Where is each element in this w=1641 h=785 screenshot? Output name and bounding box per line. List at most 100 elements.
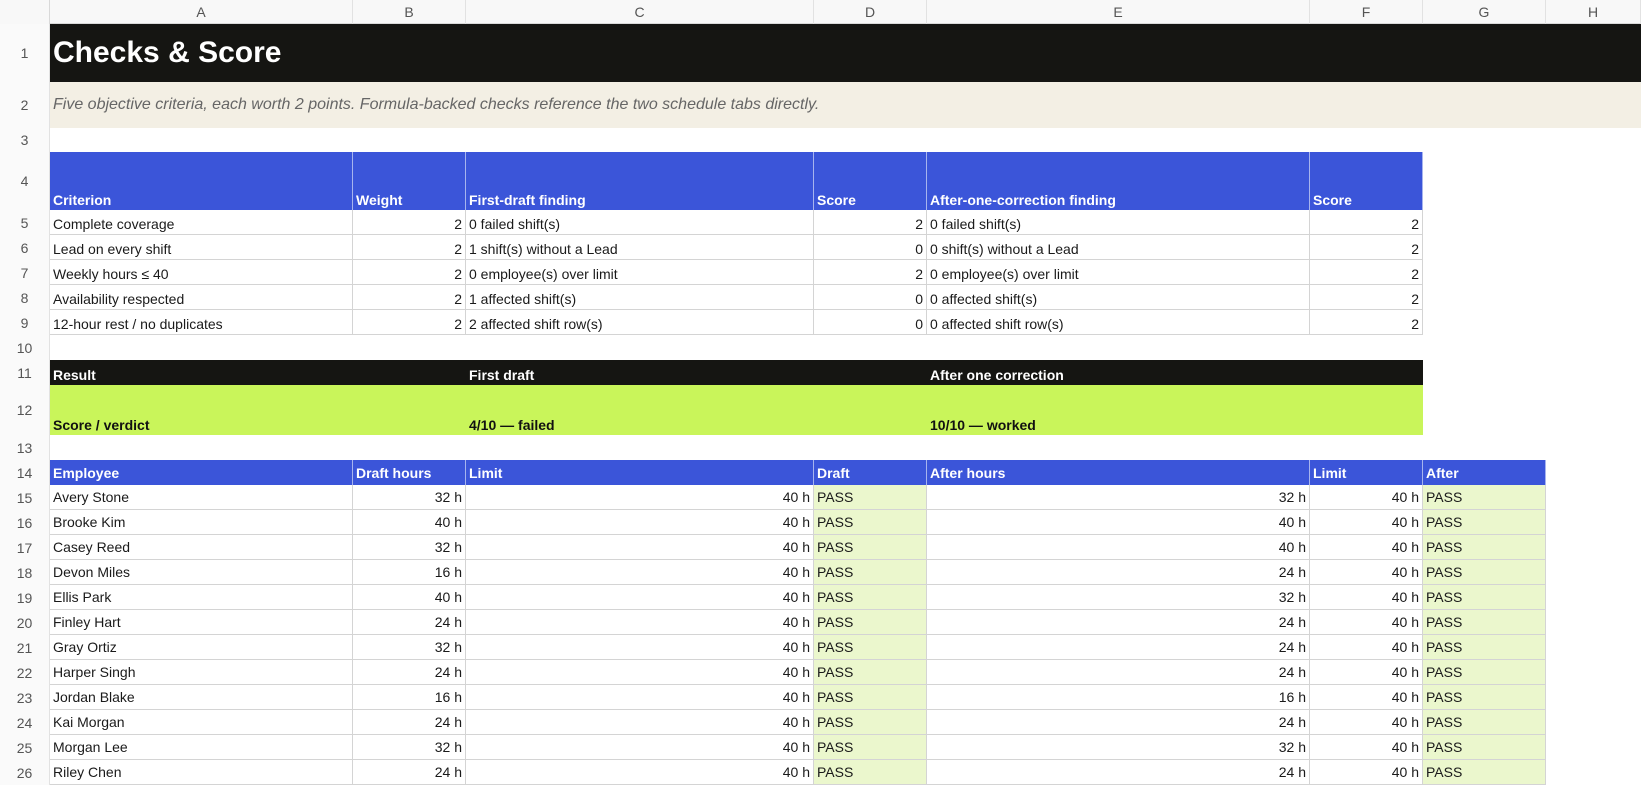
cell-draft-hours[interactable]: 32 h xyxy=(353,535,466,560)
row-number[interactable]: 1 xyxy=(0,24,50,82)
cell-after-hours[interactable]: 24 h xyxy=(927,660,1310,685)
row-number[interactable]: 26 xyxy=(0,760,50,785)
column-header-c[interactable]: C xyxy=(466,0,814,24)
cell-employee[interactable]: Ellis Park xyxy=(50,585,353,610)
result-header-first-draft[interactable]: First draft xyxy=(466,360,927,385)
cell-first-draft-score[interactable]: 2 xyxy=(814,260,927,285)
verdict-first-draft[interactable]: 4/10 — failed xyxy=(466,385,927,435)
cell-after-status[interactable]: PASS xyxy=(1423,685,1546,710)
row-number[interactable]: 15 xyxy=(0,485,50,510)
cell-employee[interactable]: Brooke Kim xyxy=(50,510,353,535)
note-band[interactable]: Five objective criteria, each worth 2 po… xyxy=(50,82,1641,128)
cell-draft-status[interactable]: PASS xyxy=(814,685,927,710)
cell-after-status[interactable]: PASS xyxy=(1423,735,1546,760)
row-number[interactable]: 2 xyxy=(0,82,50,128)
cell-first-draft-finding[interactable]: 0 employee(s) over limit xyxy=(466,260,814,285)
row-number[interactable]: 24 xyxy=(0,710,50,735)
cell-draft-hours[interactable]: 32 h xyxy=(353,485,466,510)
cell-after-status[interactable]: PASS xyxy=(1423,560,1546,585)
row-number[interactable]: 12 xyxy=(0,385,50,435)
cell-draft-hours[interactable]: 16 h xyxy=(353,685,466,710)
cell-first-draft-score[interactable]: 0 xyxy=(814,235,927,260)
cell-after-limit[interactable]: 40 h xyxy=(1310,685,1423,710)
header-first-draft-score[interactable]: Score xyxy=(814,152,927,210)
cell-after-limit[interactable]: 40 h xyxy=(1310,760,1423,785)
row-number[interactable]: 23 xyxy=(0,685,50,710)
cell-draft-limit[interactable]: 40 h xyxy=(466,635,814,660)
cell-after-correction-score[interactable]: 2 xyxy=(1310,310,1423,335)
header-after-status[interactable]: After xyxy=(1423,460,1546,485)
cell-draft-hours[interactable]: 24 h xyxy=(353,610,466,635)
cell-employee[interactable]: Riley Chen xyxy=(50,760,353,785)
cell-after-hours[interactable]: 32 h xyxy=(927,585,1310,610)
row-number[interactable]: 13 xyxy=(0,435,50,460)
cell-draft-hours[interactable]: 16 h xyxy=(353,560,466,585)
cell-criterion[interactable]: Complete coverage xyxy=(50,210,353,235)
cell-draft-limit[interactable]: 40 h xyxy=(466,735,814,760)
cell-after-limit[interactable]: 40 h xyxy=(1310,660,1423,685)
cell-after-correction-score[interactable]: 2 xyxy=(1310,210,1423,235)
cell-after-status[interactable]: PASS xyxy=(1423,710,1546,735)
cell-after-limit[interactable]: 40 h xyxy=(1310,510,1423,535)
row-number[interactable]: 25 xyxy=(0,735,50,760)
row-number[interactable]: 18 xyxy=(0,560,50,585)
cell-employee[interactable]: Jordan Blake xyxy=(50,685,353,710)
result-header-label[interactable]: Result xyxy=(50,360,466,385)
header-employee[interactable]: Employee xyxy=(50,460,353,485)
cell-weight[interactable]: 2 xyxy=(353,235,466,260)
cell-after-limit[interactable]: 40 h xyxy=(1310,710,1423,735)
cell-after-status[interactable]: PASS xyxy=(1423,485,1546,510)
cell-criterion[interactable]: Lead on every shift xyxy=(50,235,353,260)
cell-criterion[interactable]: 12-hour rest / no duplicates xyxy=(50,310,353,335)
cell-after-status[interactable]: PASS xyxy=(1423,585,1546,610)
cell-employee[interactable]: Finley Hart xyxy=(50,610,353,635)
cell-criterion[interactable]: Weekly hours ≤ 40 xyxy=(50,260,353,285)
row-number[interactable]: 11 xyxy=(0,360,50,385)
header-weight[interactable]: Weight xyxy=(353,152,466,210)
row-number[interactable]: 20 xyxy=(0,610,50,635)
column-header-a[interactable]: A xyxy=(50,0,353,24)
cell-after-correction-finding[interactable]: 0 affected shift(s) xyxy=(927,285,1310,310)
header-criterion[interactable]: Criterion xyxy=(50,152,353,210)
cell-draft-hours[interactable]: 32 h xyxy=(353,635,466,660)
column-header-d[interactable]: D xyxy=(814,0,927,24)
column-header-h[interactable]: H xyxy=(1546,0,1641,24)
cell-after-limit[interactable]: 40 h xyxy=(1310,560,1423,585)
cell-draft-status[interactable]: PASS xyxy=(814,710,927,735)
cell-employee[interactable]: Gray Ortiz xyxy=(50,635,353,660)
row-number[interactable]: 22 xyxy=(0,660,50,685)
cell-draft-limit[interactable]: 40 h xyxy=(466,610,814,635)
column-header-f[interactable]: F xyxy=(1310,0,1423,24)
cell-employee[interactable]: Harper Singh xyxy=(50,660,353,685)
cell-after-hours[interactable]: 40 h xyxy=(927,510,1310,535)
cell-after-status[interactable]: PASS xyxy=(1423,535,1546,560)
row-number[interactable]: 10 xyxy=(0,335,50,360)
header-first-draft-finding[interactable]: First-draft finding xyxy=(466,152,814,210)
cell-draft-status[interactable]: PASS xyxy=(814,610,927,635)
cell-draft-limit[interactable]: 40 h xyxy=(466,660,814,685)
cell-draft-hours[interactable]: 40 h xyxy=(353,585,466,610)
cell-draft-status[interactable]: PASS xyxy=(814,560,927,585)
cell-draft-limit[interactable]: 40 h xyxy=(466,560,814,585)
cell-after-limit[interactable]: 40 h xyxy=(1310,485,1423,510)
cell-after-correction-score[interactable]: 2 xyxy=(1310,260,1423,285)
cell-employee[interactable]: Kai Morgan xyxy=(50,710,353,735)
cell-first-draft-finding[interactable]: 1 shift(s) without a Lead xyxy=(466,235,814,260)
cell-draft-limit[interactable]: 40 h xyxy=(466,710,814,735)
cell-after-limit[interactable]: 40 h xyxy=(1310,535,1423,560)
cell-draft-status[interactable]: PASS xyxy=(814,510,927,535)
cell-after-correction-finding[interactable]: 0 employee(s) over limit xyxy=(927,260,1310,285)
cell-weight[interactable]: 2 xyxy=(353,285,466,310)
cell-after-hours[interactable]: 32 h xyxy=(927,735,1310,760)
row-number[interactable]: 17 xyxy=(0,535,50,560)
cell-employee[interactable]: Casey Reed xyxy=(50,535,353,560)
header-draft-status[interactable]: Draft xyxy=(814,460,927,485)
row-number[interactable]: 4 xyxy=(0,152,50,210)
cell-first-draft-finding[interactable]: 0 failed shift(s) xyxy=(466,210,814,235)
cell-after-hours[interactable]: 24 h xyxy=(927,760,1310,785)
cell-after-hours[interactable]: 16 h xyxy=(927,685,1310,710)
column-header-g[interactable]: G xyxy=(1423,0,1546,24)
cell-after-hours[interactable]: 40 h xyxy=(927,535,1310,560)
cell-weight[interactable]: 2 xyxy=(353,260,466,285)
cell-after-hours[interactable]: 32 h xyxy=(927,485,1310,510)
